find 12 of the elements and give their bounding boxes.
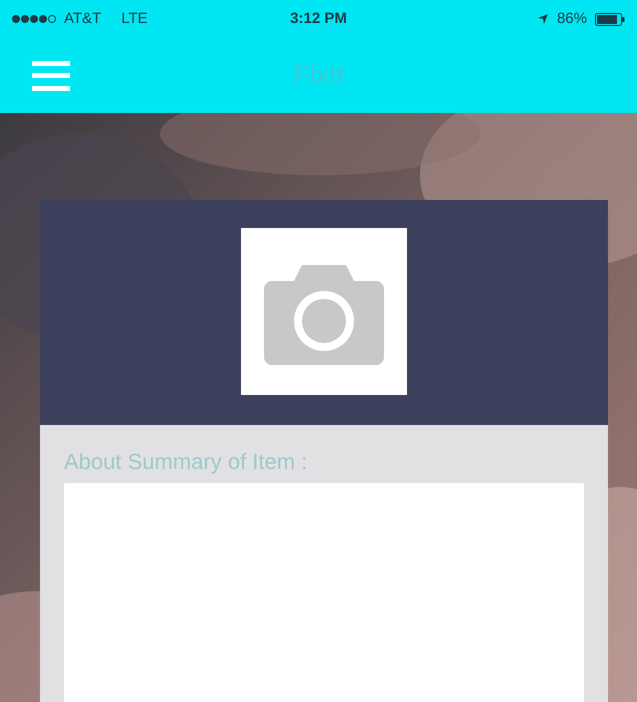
location-icon bbox=[536, 13, 549, 25]
menu-button[interactable] bbox=[32, 58, 70, 92]
summary-field[interactable] bbox=[64, 483, 584, 702]
signal-icon bbox=[12, 15, 56, 23]
battery-text: 86% bbox=[556, 8, 587, 29]
battery-icon bbox=[595, 12, 625, 26]
summary-label: About Summary of Item : bbox=[64, 448, 308, 476]
time-text: 3:12 PM bbox=[289, 8, 348, 29]
network-text: LTE bbox=[121, 8, 148, 29]
add-photo-button[interactable] bbox=[241, 228, 407, 395]
app-title: FixIt bbox=[293, 59, 344, 92]
carrier-text: AT&T bbox=[64, 8, 102, 29]
